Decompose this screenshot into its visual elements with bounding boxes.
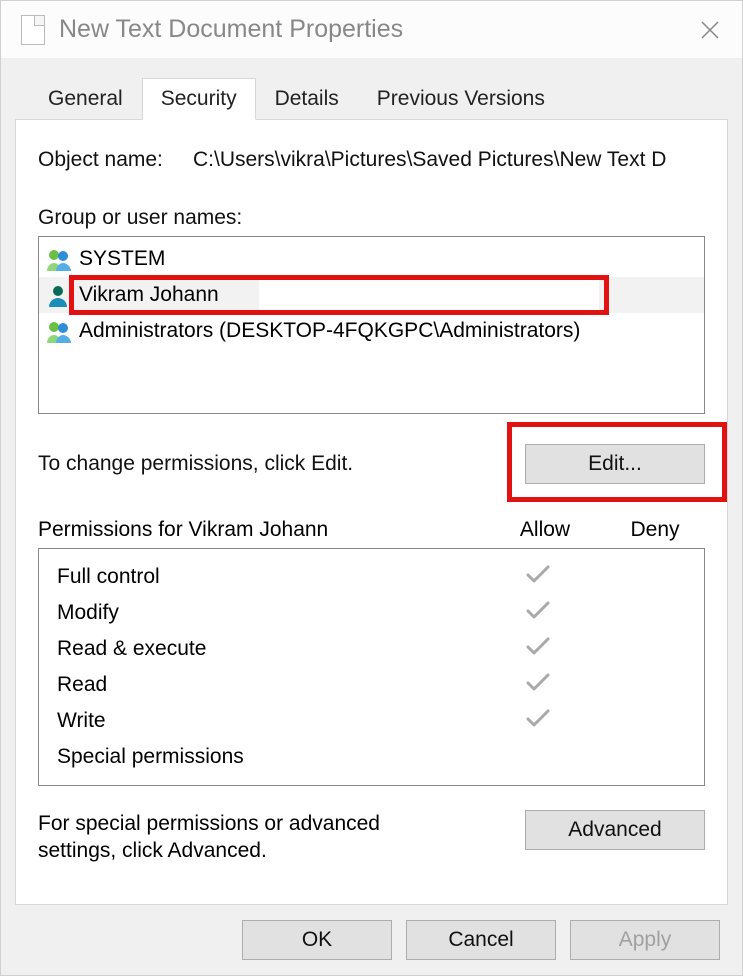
change-permissions-text: To change permissions, click Edit. — [38, 452, 353, 476]
document-icon — [21, 15, 45, 45]
titlebar: New Text Document Properties — [1, 1, 742, 59]
properties-dialog: New Text Document Properties General Sec… — [0, 0, 743, 976]
principal-name: Administrators (DESKTOP-4FQKGPC\Administ… — [79, 319, 580, 343]
permission-allow — [478, 600, 598, 626]
permission-name: Modify — [57, 601, 478, 625]
permission-name: Read & execute — [57, 637, 478, 661]
window-title: New Text Document Properties — [59, 15, 690, 44]
permissions-table: Full control Modify Read & execute Read Writ… — [38, 548, 705, 786]
checkmark-icon — [525, 672, 551, 698]
checkmark-icon — [525, 600, 551, 626]
tab-security[interactable]: Security — [142, 78, 256, 120]
checkmark-icon — [525, 708, 551, 734]
permission-row: Special permissions — [57, 739, 698, 775]
permission-allow — [478, 564, 598, 590]
tab-details[interactable]: Details — [256, 78, 358, 120]
advanced-text: For special permissions or advanced sett… — [38, 810, 458, 865]
permission-name: Read — [57, 673, 478, 697]
tab-previous-versions[interactable]: Previous Versions — [358, 78, 564, 120]
ok-button[interactable]: OK — [242, 920, 392, 960]
redaction-mask — [259, 280, 599, 310]
permissions-header: Permissions for Vikram Johann Allow Deny — [38, 518, 705, 542]
tabstrip: General Security Details Previous Versio… — [1, 59, 742, 119]
permission-row: Full control — [57, 559, 698, 595]
security-panel: Object name: C:\Users\vikra\Pictures\Sav… — [15, 119, 728, 905]
object-name-value: C:\Users\vikra\Pictures\Saved Pictures\N… — [193, 148, 666, 172]
highlight-edit — [507, 422, 727, 502]
principal-row[interactable]: SYSTEM — [39, 241, 704, 277]
permission-allow — [478, 636, 598, 662]
permission-row: Modify — [57, 595, 698, 631]
close-button[interactable] — [690, 10, 730, 50]
allow-column-header: Allow — [485, 518, 605, 542]
permissions-for-label: Permissions for Vikram Johann — [38, 518, 485, 542]
principal-name: SYSTEM — [79, 247, 165, 271]
permission-allow — [478, 708, 598, 734]
close-icon — [700, 20, 720, 40]
advanced-row: For special permissions or advanced sett… — [38, 810, 705, 865]
cancel-button[interactable]: Cancel — [406, 920, 556, 960]
object-name-row: Object name: C:\Users\vikra\Pictures\Sav… — [38, 148, 705, 172]
checkmark-icon — [525, 564, 551, 590]
principal-row[interactable]: Administrators (DESKTOP-4FQKGPC\Administ… — [39, 313, 704, 349]
deny-column-header: Deny — [605, 518, 705, 542]
checkmark-icon — [525, 636, 551, 662]
advanced-button[interactable]: Advanced — [525, 810, 705, 850]
tab-general[interactable]: General — [29, 78, 142, 120]
group-icon — [45, 319, 73, 343]
object-name-label: Object name: — [38, 148, 193, 172]
permission-row: Write — [57, 703, 698, 739]
permission-name: Full control — [57, 565, 478, 589]
permission-name: Write — [57, 709, 478, 733]
group-icon — [45, 247, 73, 271]
principal-row[interactable]: Vikram Johann — [39, 277, 704, 313]
permission-row: Read — [57, 667, 698, 703]
dialog-footer: OK Cancel Apply — [1, 905, 742, 975]
apply-button[interactable]: Apply — [570, 920, 720, 960]
group-user-label: Group or user names: — [38, 206, 705, 230]
permission-row: Read & execute — [57, 631, 698, 667]
permission-allow — [478, 672, 598, 698]
edit-row: To change permissions, click Edit. Edit.… — [38, 444, 705, 484]
principals-list[interactable]: SYSTEM Vikram Johann Administrators (DESKT… — [38, 236, 705, 414]
permission-name: Special permissions — [57, 745, 478, 769]
